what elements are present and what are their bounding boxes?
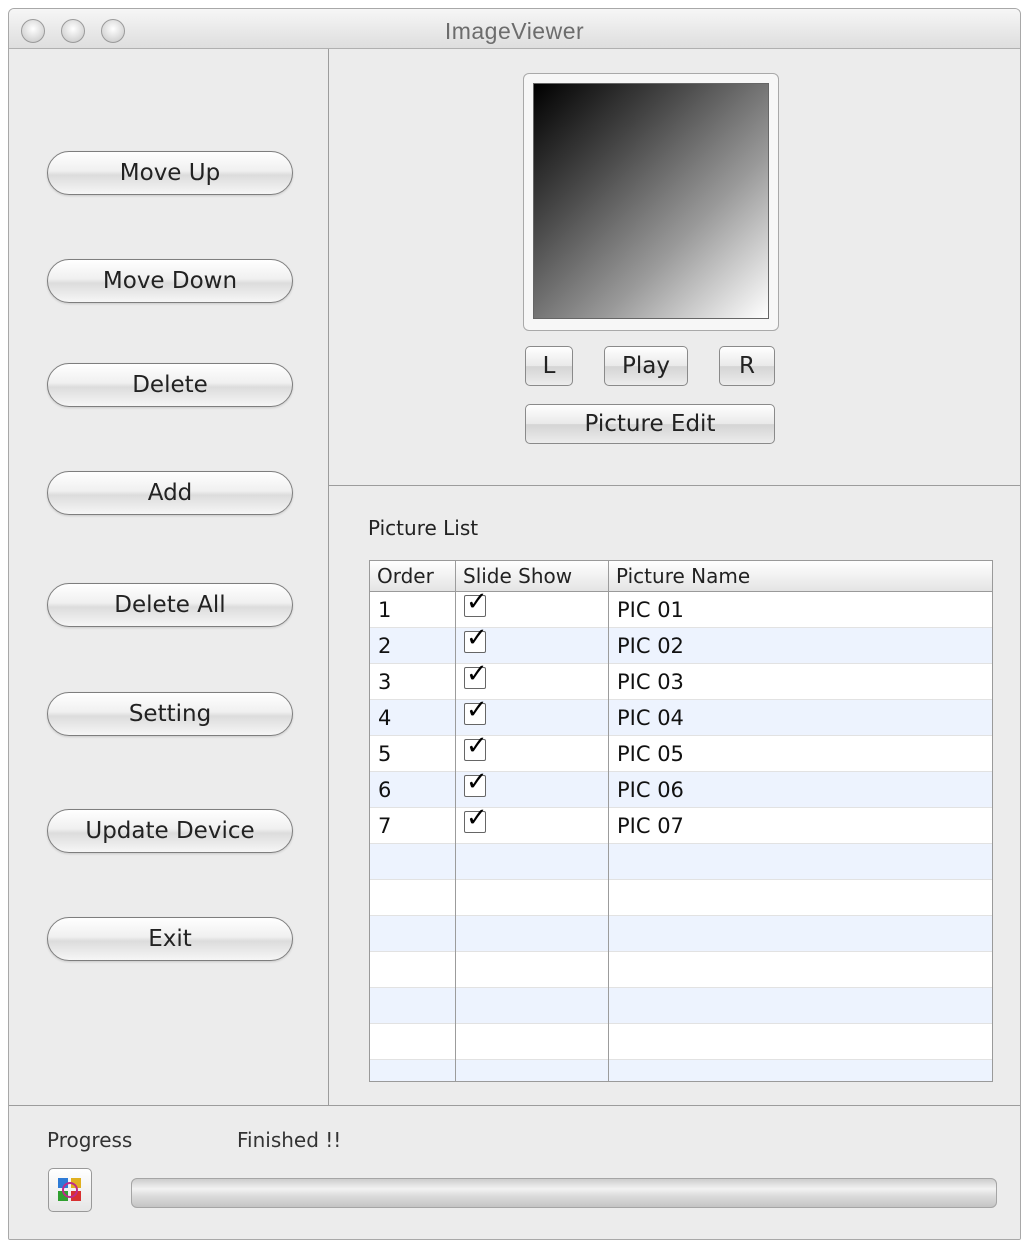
table-row[interactable]: 4 ✓ PIC 04 (370, 695, 992, 736)
empty-table-row[interactable] (370, 952, 992, 988)
action-panel: Move Up Move Down Delete Add Delete All … (9, 49, 329, 1105)
empty-table-row[interactable] (370, 844, 992, 880)
column-header-order[interactable]: Order (370, 561, 455, 591)
add-button[interactable]: Add (47, 471, 293, 515)
slide-show-checkbox[interactable]: ✓ (464, 731, 488, 761)
table-row[interactable]: 3 ✓ PIC 03 (370, 659, 992, 700)
slide-show-checkbox[interactable]: ✓ (464, 695, 488, 725)
empty-table-row[interactable] (370, 1024, 992, 1060)
rotate-right-button[interactable]: R (719, 346, 775, 386)
order-cell: 6 (378, 778, 392, 802)
palette-icon (58, 1178, 81, 1201)
empty-table-row[interactable] (370, 916, 992, 952)
order-cell: 7 (378, 814, 392, 838)
update-device-button[interactable]: Update Device (47, 809, 293, 853)
image-viewer-window: ImageViewer Move Up Move Down Delete Add… (8, 8, 1021, 1240)
delete-all-button[interactable]: Delete All (47, 583, 293, 627)
column-divider (455, 561, 456, 1081)
slide-show-checkbox[interactable]: ✓ (464, 587, 488, 617)
picture-name-cell: PIC 05 (617, 742, 684, 766)
progress-label: Progress (47, 1128, 133, 1152)
slide-show-checkbox[interactable]: ✓ (464, 623, 488, 653)
rotate-left-button[interactable]: L (525, 346, 573, 386)
move-down-button[interactable]: Move Down (47, 259, 293, 303)
picture-table[interactable]: Order Slide Show Picture Name 1 ✓ PIC 01 2 ✓… (369, 560, 993, 1082)
picture-name-cell: PIC 03 (617, 670, 684, 694)
slide-show-checkbox[interactable]: ✓ (464, 803, 488, 833)
table-row[interactable]: 7 ✓ PIC 07 (370, 803, 992, 844)
picture-list-panel: Picture List Order Slide Show Picture Na… (329, 486, 1020, 1105)
checkmark-icon: ✓ (466, 731, 488, 761)
order-cell: 2 (378, 634, 392, 658)
app-icon[interactable] (48, 1168, 92, 1212)
preview-frame (523, 73, 779, 331)
slide-show-cell: ✓ (456, 803, 608, 844)
checkmark-icon: ✓ (466, 695, 488, 725)
picture-edit-button[interactable]: Picture Edit (525, 404, 775, 444)
column-divider (608, 561, 609, 1081)
picture-name-cell: PIC 01 (617, 598, 684, 622)
setting-button[interactable]: Setting (47, 692, 293, 736)
checkmark-icon: ✓ (466, 803, 488, 833)
table-header: Order Slide Show Picture Name (370, 561, 992, 592)
status-text: Finished !! (237, 1128, 342, 1152)
empty-table-row[interactable] (370, 1060, 992, 1081)
order-cell: 1 (378, 598, 392, 622)
checkmark-icon: ✓ (466, 659, 488, 689)
picture-name-cell: PIC 06 (617, 778, 684, 802)
table-row[interactable]: 5 ✓ PIC 05 (370, 731, 992, 772)
status-bar: Progress Finished !! (9, 1105, 1020, 1239)
order-cell: 3 (378, 670, 392, 694)
exit-button[interactable]: Exit (47, 917, 293, 961)
picture-name-cell: PIC 07 (617, 814, 684, 838)
picture-list-title: Picture List (368, 516, 479, 540)
picture-name-cell: PIC 04 (617, 706, 684, 730)
checkmark-icon: ✓ (466, 767, 488, 797)
picture-name-cell: PIC 02 (617, 634, 684, 658)
order-cell: 4 (378, 706, 392, 730)
empty-table-row[interactable] (370, 880, 992, 916)
delete-button[interactable]: Delete (47, 363, 293, 407)
play-button[interactable]: Play (604, 346, 688, 386)
move-up-button[interactable]: Move Up (47, 151, 293, 195)
checkmark-icon: ✓ (466, 587, 488, 617)
picture-preview (533, 83, 769, 319)
window-title: ImageViewer (444, 18, 585, 44)
order-cell: 5 (378, 742, 392, 766)
checkmark-icon: ✓ (466, 623, 488, 653)
slide-show-checkbox[interactable]: ✓ (464, 767, 488, 797)
table-row[interactable]: 2 ✓ PIC 02 (370, 623, 992, 664)
empty-table-row[interactable] (370, 988, 992, 1024)
progress-bar (131, 1178, 997, 1208)
slide-show-checkbox[interactable]: ✓ (464, 659, 488, 689)
table-row[interactable]: 6 ✓ PIC 06 (370, 767, 992, 808)
preview-panel: L Play R Picture Edit (329, 49, 1020, 486)
table-row[interactable]: 1 ✓ PIC 01 (370, 587, 992, 628)
title-bar: ImageViewer (9, 9, 1020, 49)
column-header-picture-name[interactable]: Picture Name (609, 561, 992, 591)
